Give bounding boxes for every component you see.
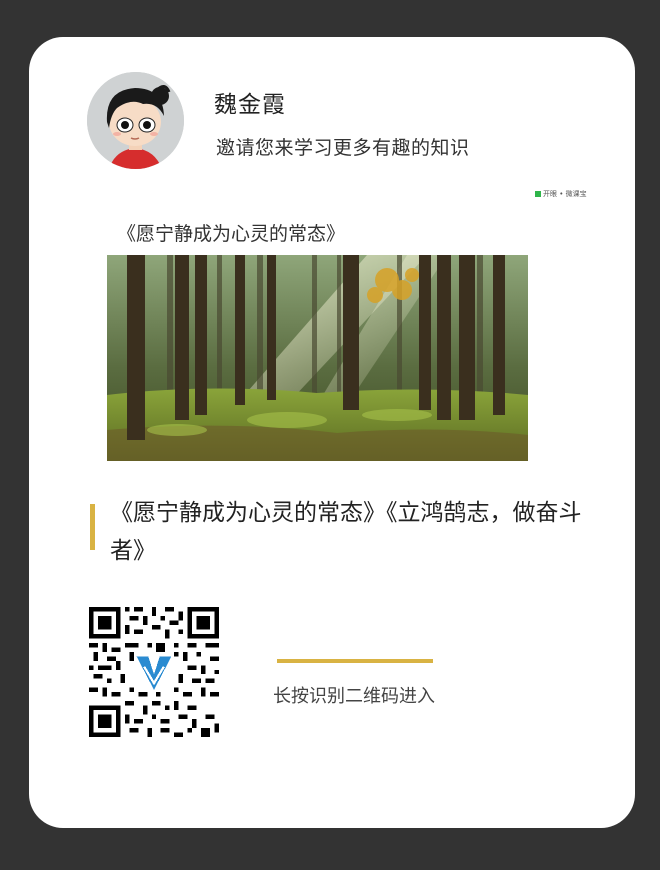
image-caption: 《愿宁静成为心灵的常态》: [117, 223, 346, 245]
brand-logo: 开眼 • 微课宝: [535, 189, 587, 199]
forest-image: [107, 255, 528, 461]
title-accent-bar: [90, 504, 95, 550]
avatar-girl-icon: [87, 72, 184, 169]
qr-code[interactable]: [89, 607, 219, 737]
course-title: 《愿宁静成为心灵的常态》《立鸿鹄志，做奋斗者》: [110, 500, 582, 564]
invite-text: 邀请您来学习更多有趣的知识: [216, 137, 470, 159]
user-name: 魏金霞: [214, 92, 286, 118]
share-card: 魏金霞 邀请您来学习更多有趣的知识 开眼 • 微课宝 《愿宁静成为心灵的常态》: [29, 37, 635, 828]
cover-image[interactable]: [107, 255, 528, 461]
qr-hint-divider: [277, 659, 433, 663]
brand-logo-text: 开眼 • 微课宝: [543, 190, 587, 198]
avatar: [87, 72, 184, 169]
qr-code-icon: [89, 607, 219, 737]
brand-logo-icon: [535, 191, 541, 197]
qr-hint-text: 长按识别二维码进入: [273, 686, 435, 707]
